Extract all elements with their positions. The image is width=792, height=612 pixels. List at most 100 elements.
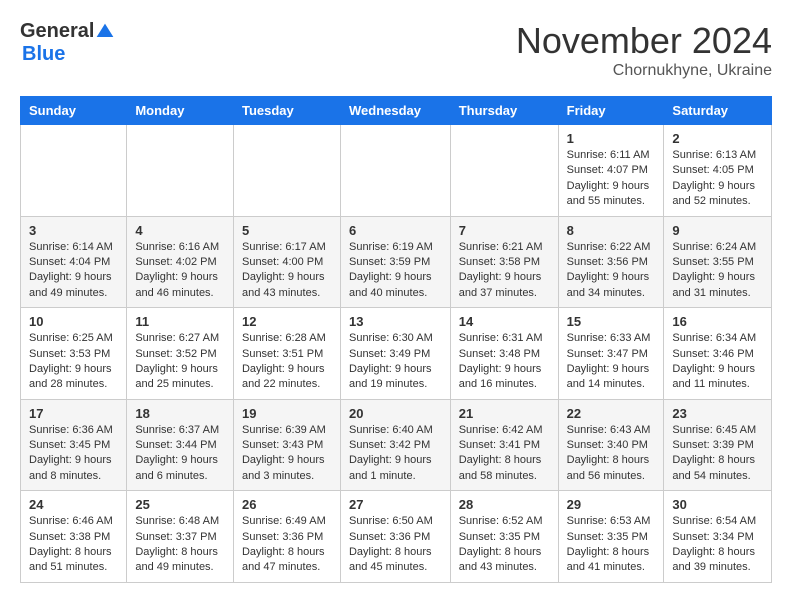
calendar-week-2: 10 Sunrise: 6:25 AM Sunset: 3:53 PM Dayli… [21, 308, 772, 400]
day-number: 16 [672, 314, 763, 329]
day-info: Sunrise: 6:22 AM Sunset: 3:56 PM Dayligh… [567, 240, 656, 302]
day-info: Sunrise: 6:45 AM Sunset: 3:39 PM Dayligh… [672, 423, 763, 485]
table-row: 20Sunrise: 6:40 AM Sunset: 3:42 PM Dayli… [340, 399, 450, 491]
day-info: Sunrise: 6:37 AM Sunset: 3:44 PM Dayligh… [135, 423, 225, 485]
day-info: Sunrise: 6:16 AM Sunset: 4:02 PM Dayligh… [135, 240, 225, 302]
day-number: 18 [135, 406, 225, 421]
month-title: November 2024 [516, 20, 772, 62]
day-number: 17 [29, 406, 118, 421]
day-number: 12 [242, 314, 332, 329]
table-row: 10 Sunrise: 6:25 AM Sunset: 3:53 PM Dayli… [21, 308, 127, 400]
table-row: 17 Sunrise: 6:36 AM Sunset: 3:45 PM Dayli… [21, 399, 127, 491]
day-info: Sunrise: 6:11 AM Sunset: 4:07 PM Dayligh… [567, 148, 656, 210]
table-row [21, 125, 127, 217]
calendar-week-0: 1 Sunrise: 6:11 AM Sunset: 4:07 PM Daylig… [21, 125, 772, 217]
day-info: Sunrise: 6:40 AM Sunset: 3:42 PM Dayligh… [349, 423, 442, 485]
day-info: Sunrise: 6:19 AM Sunset: 3:59 PM Dayligh… [349, 240, 442, 302]
header-thursday: Thursday [450, 97, 558, 125]
day-number: 3 [29, 223, 118, 238]
day-number: 6 [349, 223, 442, 238]
day-number: 25 [135, 497, 225, 512]
day-info: Sunrise: 6:52 AM Sunset: 3:35 PM Dayligh… [459, 514, 550, 576]
header-wednesday: Wednesday [340, 97, 450, 125]
calendar-week-4: 24Sunrise: 6:46 AM Sunset: 3:38 PM Dayli… [21, 491, 772, 583]
table-row: 27Sunrise: 6:50 AM Sunset: 3:36 PM Dayli… [340, 491, 450, 583]
day-info: Sunrise: 6:36 AM Sunset: 3:45 PM Dayligh… [29, 423, 118, 485]
table-row: 19 Sunrise: 6:39 AM Sunset: 3:43 PM Dayli… [233, 399, 340, 491]
day-info: Sunrise: 6:13 AM Sunset: 4:05 PM Dayligh… [672, 148, 763, 210]
table-row: 25 Sunrise: 6:48 AM Sunset: 3:37 PM Dayli… [127, 491, 234, 583]
table-row [450, 125, 558, 217]
table-row: 1 Sunrise: 6:11 AM Sunset: 4:07 PM Daylig… [558, 125, 664, 217]
table-row: 11 Sunrise: 6:27 AM Sunset: 3:52 PM Dayli… [127, 308, 234, 400]
table-row [233, 125, 340, 217]
day-number: 7 [459, 223, 550, 238]
weekday-header-row: Sunday Monday Tuesday Wednesday Thursday… [21, 97, 772, 125]
calendar-week-1: 3 Sunrise: 6:14 AM Sunset: 4:04 PM Daylig… [21, 216, 772, 308]
day-number: 10 [29, 314, 118, 329]
day-info: Sunrise: 6:28 AM Sunset: 3:51 PM Dayligh… [242, 331, 332, 393]
table-row: 3 Sunrise: 6:14 AM Sunset: 4:04 PM Daylig… [21, 216, 127, 308]
table-row: 12 Sunrise: 6:28 AM Sunset: 3:51 PM Dayli… [233, 308, 340, 400]
day-number: 22 [567, 406, 656, 421]
day-info: Sunrise: 6:34 AM Sunset: 3:46 PM Dayligh… [672, 331, 763, 393]
logo-general: General [20, 20, 94, 43]
day-info: Sunrise: 6:46 AM Sunset: 3:38 PM Dayligh… [29, 514, 118, 576]
day-number: 26 [242, 497, 332, 512]
day-number: 13 [349, 314, 442, 329]
table-row: 29 Sunrise: 6:53 AM Sunset: 3:35 PM Dayli… [558, 491, 664, 583]
header-monday: Monday [127, 97, 234, 125]
table-row: 26 Sunrise: 6:49 AM Sunset: 3:36 PM Dayli… [233, 491, 340, 583]
table-row: 23 Sunrise: 6:45 AM Sunset: 3:39 PM Dayli… [664, 399, 772, 491]
day-number: 1 [567, 131, 656, 146]
table-row: 30 Sunrise: 6:54 AM Sunset: 3:34 PM Dayli… [664, 491, 772, 583]
day-info: Sunrise: 6:54 AM Sunset: 3:34 PM Dayligh… [672, 514, 763, 576]
day-info: Sunrise: 6:42 AM Sunset: 3:41 PM Dayligh… [459, 423, 550, 485]
table-row: 4Sunrise: 6:16 AM Sunset: 4:02 PM Daylig… [127, 216, 234, 308]
page: General Blue November 2024 Chornukhyne, … [0, 0, 792, 603]
day-number: 15 [567, 314, 656, 329]
day-info: Sunrise: 6:21 AM Sunset: 3:58 PM Dayligh… [459, 240, 550, 302]
day-number: 21 [459, 406, 550, 421]
calendar-week-3: 17 Sunrise: 6:36 AM Sunset: 3:45 PM Dayli… [21, 399, 772, 491]
title-block: November 2024 Chornukhyne, Ukraine [516, 20, 772, 80]
day-number: 11 [135, 314, 225, 329]
header-saturday: Saturday [664, 97, 772, 125]
day-number: 23 [672, 406, 763, 421]
day-number: 14 [459, 314, 550, 329]
day-number: 2 [672, 131, 763, 146]
day-info: Sunrise: 6:53 AM Sunset: 3:35 PM Dayligh… [567, 514, 656, 576]
day-info: Sunrise: 6:43 AM Sunset: 3:40 PM Dayligh… [567, 423, 656, 485]
day-number: 29 [567, 497, 656, 512]
day-info: Sunrise: 6:24 AM Sunset: 3:55 PM Dayligh… [672, 240, 763, 302]
table-row: 15 Sunrise: 6:33 AM Sunset: 3:47 PM Dayli… [558, 308, 664, 400]
header-friday: Friday [558, 97, 664, 125]
table-row: 13 Sunrise: 6:30 AM Sunset: 3:49 PM Dayli… [340, 308, 450, 400]
day-info: Sunrise: 6:33 AM Sunset: 3:47 PM Dayligh… [567, 331, 656, 393]
table-row: 14Sunrise: 6:31 AM Sunset: 3:48 PM Dayli… [450, 308, 558, 400]
day-number: 5 [242, 223, 332, 238]
day-info: Sunrise: 6:50 AM Sunset: 3:36 PM Dayligh… [349, 514, 442, 576]
day-info: Sunrise: 6:39 AM Sunset: 3:43 PM Dayligh… [242, 423, 332, 485]
day-info: Sunrise: 6:30 AM Sunset: 3:49 PM Dayligh… [349, 331, 442, 393]
header-tuesday: Tuesday [233, 97, 340, 125]
day-info: Sunrise: 6:25 AM Sunset: 3:53 PM Dayligh… [29, 331, 118, 393]
day-number: 9 [672, 223, 763, 238]
day-info: Sunrise: 6:48 AM Sunset: 3:37 PM Dayligh… [135, 514, 225, 576]
day-info: Sunrise: 6:27 AM Sunset: 3:52 PM Dayligh… [135, 331, 225, 393]
table-row: 5Sunrise: 6:17 AM Sunset: 4:00 PM Daylig… [233, 216, 340, 308]
day-number: 19 [242, 406, 332, 421]
logo-blue: Blue [22, 43, 65, 65]
header: General Blue November 2024 Chornukhyne, … [20, 20, 772, 80]
calendar-table: Sunday Monday Tuesday Wednesday Thursday… [20, 96, 772, 583]
table-row: 18 Sunrise: 6:37 AM Sunset: 3:44 PM Dayli… [127, 399, 234, 491]
table-row: 21 Sunrise: 6:42 AM Sunset: 3:41 PM Dayli… [450, 399, 558, 491]
day-info: Sunrise: 6:14 AM Sunset: 4:04 PM Dayligh… [29, 240, 118, 302]
day-number: 28 [459, 497, 550, 512]
table-row: 9 Sunrise: 6:24 AM Sunset: 3:55 PM Daylig… [664, 216, 772, 308]
location: Chornukhyne, Ukraine [516, 62, 772, 80]
day-number: 30 [672, 497, 763, 512]
day-info: Sunrise: 6:49 AM Sunset: 3:36 PM Dayligh… [242, 514, 332, 576]
table-row: 2 Sunrise: 6:13 AM Sunset: 4:05 PM Daylig… [664, 125, 772, 217]
table-row [340, 125, 450, 217]
